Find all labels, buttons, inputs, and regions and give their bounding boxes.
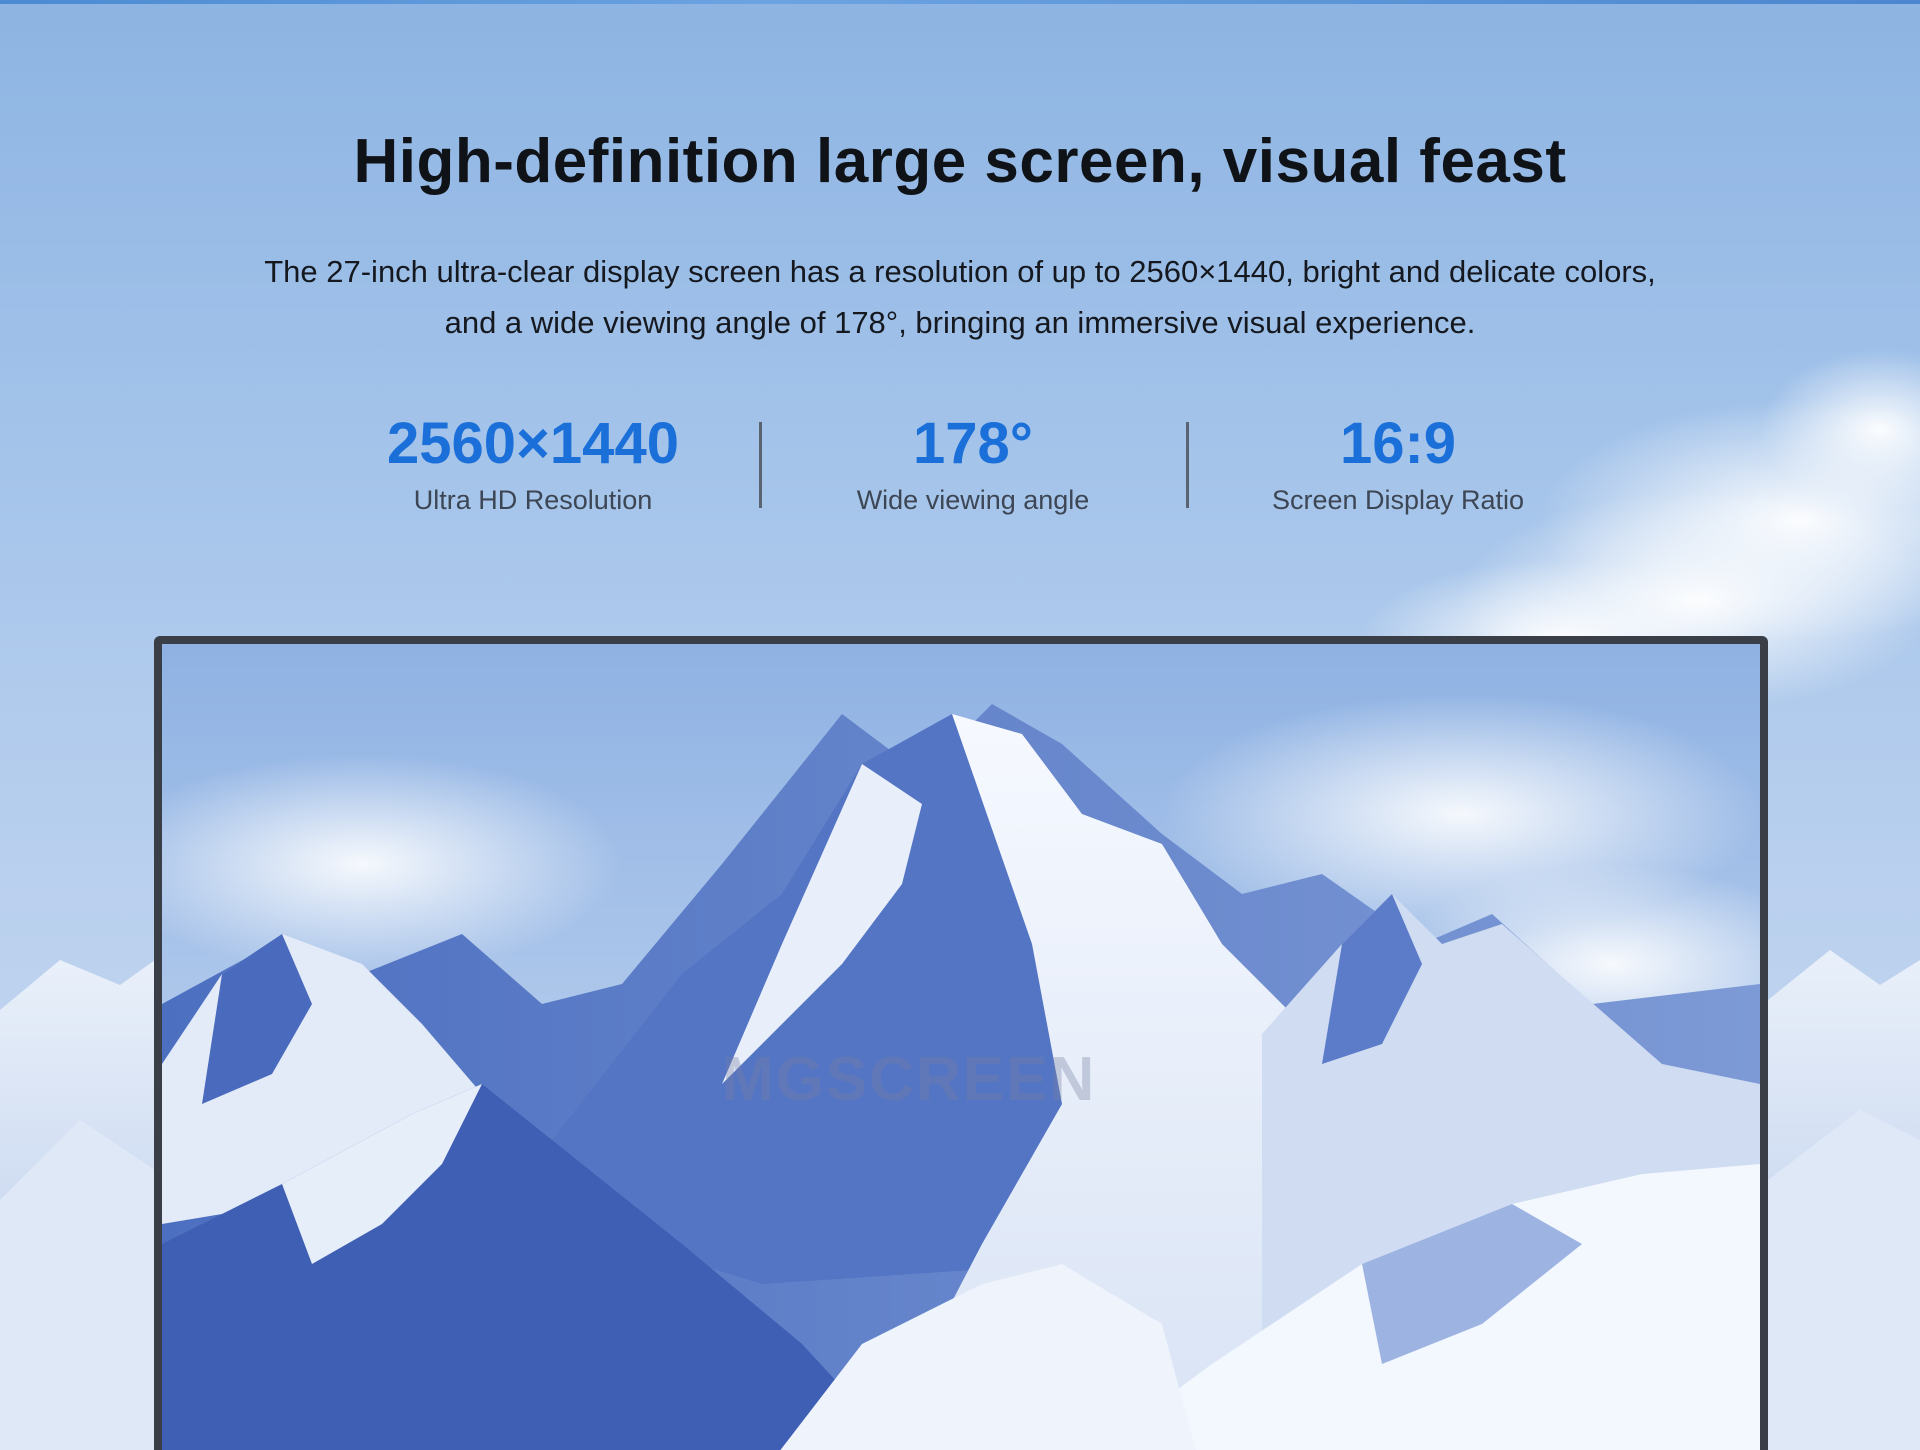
spec-stats: 2560×1440 Ultra HD Resolution 178° Wide … bbox=[0, 410, 1920, 520]
monitor-screen: MGSCREEN bbox=[162, 644, 1760, 1450]
stat-viewing-angle-value: 178° bbox=[913, 411, 1033, 476]
stat-viewing-angle: 178° Wide viewing angle bbox=[773, 410, 1173, 518]
stat-divider bbox=[1186, 422, 1189, 508]
stat-resolution: 2560×1440 Ultra HD Resolution bbox=[333, 410, 733, 518]
subtitle-line-2: and a wide viewing angle of 178°, bringi… bbox=[444, 305, 1476, 340]
page-subtitle: The 27-inch ultra-clear display screen h… bbox=[160, 246, 1760, 348]
stat-resolution-label: Ultra HD Resolution bbox=[413, 485, 653, 515]
subtitle-line-1: The 27-inch ultra-clear display screen h… bbox=[264, 254, 1656, 289]
stat-resolution-value: 2560×1440 bbox=[387, 411, 679, 476]
page-headline: High-definition large screen, visual fea… bbox=[353, 127, 1567, 196]
stat-aspect-ratio: 16:9 Screen Display Ratio bbox=[1198, 410, 1598, 518]
monitor-frame: MGSCREEN bbox=[154, 636, 1768, 1450]
stat-aspect-ratio-label: Screen Display Ratio bbox=[1271, 485, 1525, 515]
product-banner: High-definition large screen, visual fea… bbox=[0, 0, 1920, 1450]
stat-aspect-ratio-value: 16:9 bbox=[1339, 411, 1457, 476]
stat-divider bbox=[759, 422, 762, 508]
stat-viewing-angle-label: Wide viewing angle bbox=[856, 485, 1090, 515]
watermark-logo: MGSCREEN bbox=[722, 1045, 1097, 1114]
